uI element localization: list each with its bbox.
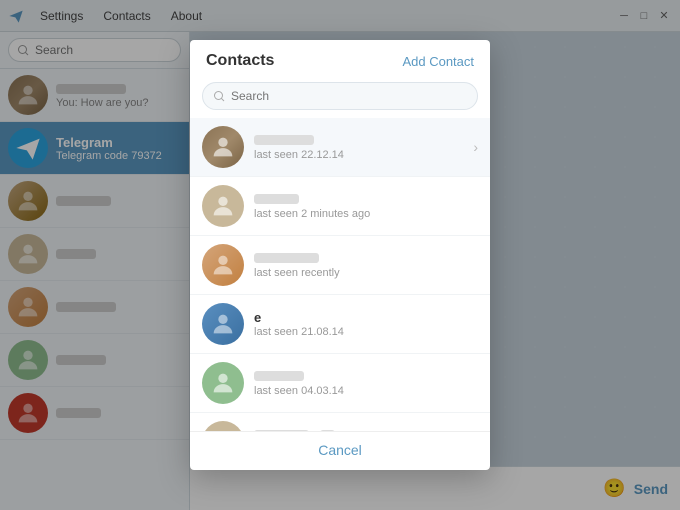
contact-status: last seen 04.03.14 [254, 385, 478, 397]
contact-info: last seen 2 minutes ago [254, 192, 478, 220]
modal-search-input[interactable] [202, 82, 478, 110]
contact-item[interactable]: last seen 30.01.15 [190, 413, 490, 431]
contacts-list: last seen 22.12.14 › last seen 2 minutes… [190, 118, 490, 431]
modal-overlay: Contacts Add Contact [0, 0, 680, 510]
contact-item[interactable]: last seen 04.03.14 [190, 354, 490, 413]
contact-avatar [202, 244, 244, 286]
contact-avatar [202, 185, 244, 227]
contact-status: last seen 2 minutes ago [254, 208, 478, 220]
contact-info: last seen 30.01.15 [254, 428, 478, 431]
contact-avatar [202, 362, 244, 404]
contact-info: last seen recently [254, 251, 478, 279]
chevron-right-icon: › [473, 139, 478, 155]
contact-info: last seen 22.12.14 [254, 133, 473, 161]
contact-avatar [202, 421, 244, 431]
contact-info: e last seen 21.08.14 [254, 310, 478, 338]
contact-status: last seen recently [254, 267, 478, 279]
contact-avatar [202, 303, 244, 345]
modal-title: Contacts [206, 52, 274, 70]
modal-search-container [190, 78, 490, 118]
contact-name [254, 192, 478, 207]
contact-name [254, 428, 478, 431]
cancel-button[interactable]: Cancel [318, 442, 362, 458]
app-container: Settings Contacts About ─ □ ✕ [0, 0, 680, 510]
contact-item[interactable]: e last seen 21.08.14 [190, 295, 490, 354]
contact-name [254, 251, 478, 266]
contact-name [254, 369, 478, 384]
contact-item[interactable]: last seen 22.12.14 › [190, 118, 490, 177]
contact-avatar [202, 126, 244, 168]
contact-item[interactable]: last seen recently [190, 236, 490, 295]
contact-name: e [254, 310, 478, 325]
contact-status: last seen 22.12.14 [254, 149, 473, 161]
contact-name [254, 133, 473, 148]
add-contact-button[interactable]: Add Contact [402, 54, 474, 69]
contact-item[interactable]: last seen 2 minutes ago [190, 177, 490, 236]
contact-info: last seen 04.03.14 [254, 369, 478, 397]
modal-header: Contacts Add Contact [190, 40, 490, 78]
contact-status: last seen 21.08.14 [254, 326, 478, 338]
modal-footer: Cancel [190, 431, 490, 470]
contacts-modal: Contacts Add Contact [190, 40, 490, 470]
